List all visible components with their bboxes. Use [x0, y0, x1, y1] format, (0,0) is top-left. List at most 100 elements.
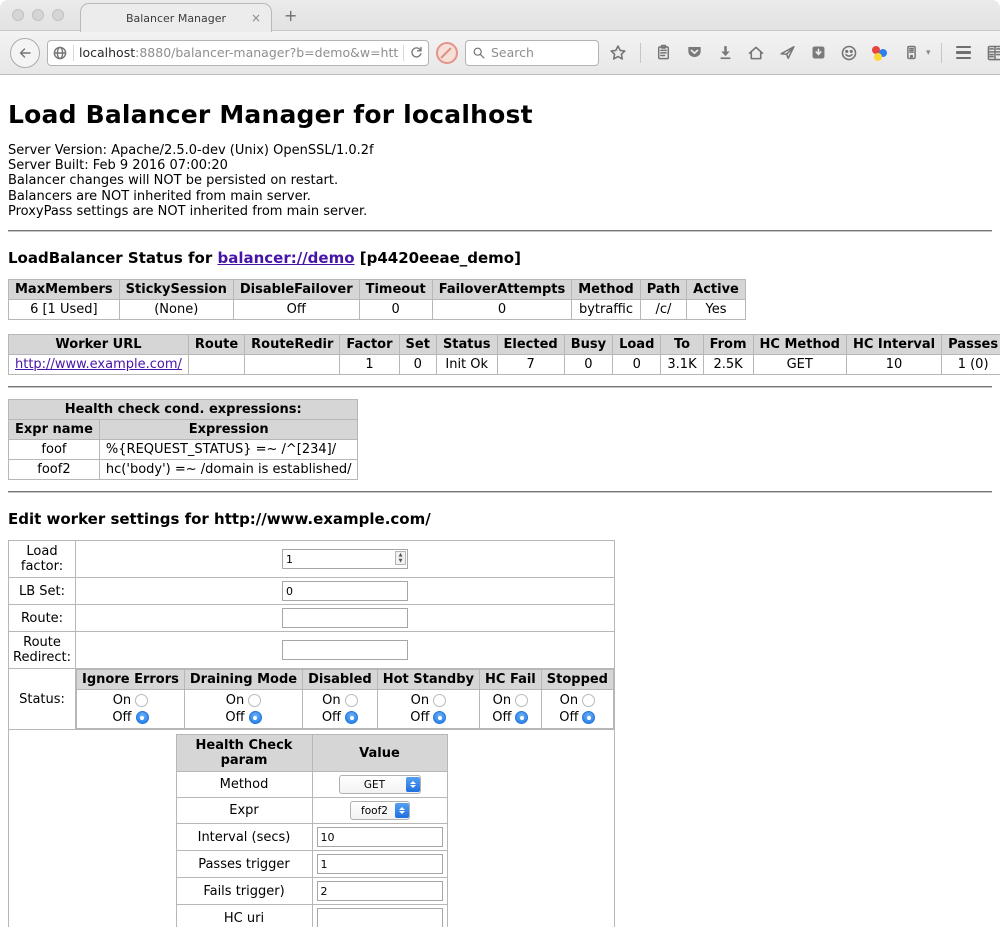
status-heading-prefix: LoadBalancer Status for — [8, 249, 217, 267]
browser-window: Balancer Manager × + localhost:8880/bala… — [0, 0, 1000, 927]
reading-list-button[interactable] — [651, 41, 675, 65]
search-placeholder: Search — [491, 45, 534, 60]
hc-fails-input[interactable] — [317, 881, 443, 901]
hot-standby-on-radio[interactable] — [433, 694, 446, 707]
device-dropdown-caret-icon[interactable]: ▾ — [926, 48, 931, 58]
col-stopped: Stopped — [541, 670, 613, 690]
browser-tab[interactable]: Balancer Manager × — [80, 3, 272, 32]
back-button[interactable] — [10, 38, 40, 68]
ignore-errors-off-radio[interactable] — [136, 711, 149, 724]
server-version-line: Server Version: Apache/2.5.0-dev (Unix) … — [8, 143, 992, 158]
pocket-icon — [686, 44, 703, 61]
lb-set-input[interactable] — [282, 581, 408, 601]
expr-value-foof: %{REQUEST_STATUS} =~ /^[234]/ — [99, 440, 358, 460]
page-content: Load Balancer Manager for localhost Serv… — [0, 100, 1000, 927]
draining-mode-off-radio[interactable] — [249, 711, 262, 724]
disabled-options: On Off — [303, 690, 378, 729]
off-label: Off — [492, 709, 511, 726]
route-input[interactable] — [282, 608, 408, 628]
balancer-data-row: 6 [1 Used] (None) Off 0 0 bytraffic /c/ … — [9, 300, 746, 320]
col-hot-standby: Hot Standby — [377, 670, 479, 690]
hc-method-row: Method GET — [176, 772, 447, 798]
hot-standby-options: On Off — [377, 690, 479, 729]
worker-url-link[interactable]: http://www.example.com/ — [15, 357, 182, 372]
hc-interval-input[interactable] — [317, 827, 443, 847]
val-path: /c/ — [640, 300, 686, 320]
close-window-button[interactable] — [12, 9, 24, 21]
loadbalancer-status-heading: LoadBalancer Status for balancer://demo … — [8, 249, 992, 267]
stopped-on-radio[interactable] — [582, 694, 595, 707]
off-label: Off — [322, 709, 341, 726]
share-button[interactable] — [775, 41, 799, 65]
hc-fail-on-radio[interactable] — [515, 694, 528, 707]
col-to: To — [661, 335, 703, 355]
hc-fails-label: Fails trigger) — [176, 878, 312, 905]
device-sync-button[interactable] — [899, 41, 923, 65]
hc-passes-input[interactable] — [317, 854, 443, 874]
balancer-demo-link[interactable]: balancer://demo — [217, 249, 354, 267]
status-heading-suffix: [p4420eeae_demo] — [355, 249, 521, 267]
col-disabled: Disabled — [303, 670, 378, 690]
hc-fail-off-radio[interactable] — [515, 711, 528, 724]
hot-standby-off-radio[interactable] — [433, 711, 446, 724]
stopped-off-radio[interactable] — [582, 711, 595, 724]
url-host: localhost — [79, 45, 135, 60]
draining-mode-options: On Off — [184, 690, 302, 729]
hc-method-label: Method — [176, 772, 312, 798]
home-button[interactable] — [744, 41, 768, 65]
downloads-button[interactable] — [713, 41, 737, 65]
expr-name-foof: foof — [9, 440, 100, 460]
new-tab-button[interactable]: + — [284, 6, 297, 25]
panel-download-button[interactable] — [806, 41, 830, 65]
col-active: Active — [687, 280, 746, 300]
feedback-button[interactable] — [837, 41, 861, 65]
col-expr-name: Expr name — [9, 420, 100, 440]
url-bar[interactable]: localhost:8880/balancer-manager?b=demo&w… — [47, 40, 429, 66]
worker-table: Worker URL Route RouteRedir Factor Set S… — [8, 334, 1000, 375]
tab-title: Balancer Manager — [126, 12, 226, 25]
search-icon — [472, 46, 486, 60]
expr-name-foof2: foof2 — [9, 460, 100, 480]
expr-table-title: Health check cond. expressions: — [9, 400, 358, 420]
search-field[interactable]: Search — [465, 40, 599, 66]
col-hc-fail: HC Fail — [480, 670, 542, 690]
val-stickysession: (None) — [119, 300, 233, 320]
reload-icon[interactable] — [409, 45, 424, 60]
globe-icon — [52, 45, 68, 61]
inherit-note-line: Balancers are NOT inherited from main se… — [8, 189, 992, 204]
zoom-window-button[interactable] — [52, 9, 64, 21]
tab-close-icon[interactable]: × — [251, 11, 261, 25]
hc-uri-input[interactable] — [317, 908, 443, 927]
colorful-dots-button[interactable] — [868, 41, 892, 65]
route-redirect-row: Route Redirect: — [9, 632, 615, 669]
disabled-on-radio[interactable] — [345, 694, 358, 707]
col-path: Path — [640, 280, 686, 300]
draining-mode-on-radio[interactable] — [248, 694, 261, 707]
status-options-table: Ignore Errors Draining Mode Disabled Hot… — [76, 669, 614, 729]
val-from: 2.5K — [703, 355, 753, 375]
tab-groups-button[interactable] — [983, 41, 1000, 65]
off-label: Off — [559, 709, 578, 726]
col-worker-url: Worker URL — [9, 335, 189, 355]
ignore-errors-on-radio[interactable] — [135, 694, 148, 707]
route-redirect-input[interactable] — [282, 640, 408, 660]
minimize-window-button[interactable] — [32, 9, 44, 21]
on-label: On — [226, 692, 244, 709]
col-route: Route — [188, 335, 244, 355]
pocket-button[interactable] — [682, 41, 706, 65]
bookmark-star-button[interactable] — [606, 41, 630, 65]
load-factor-input[interactable] — [282, 549, 408, 569]
url-text[interactable]: localhost:8880/balancer-manager?b=demo&w… — [79, 45, 398, 60]
hc-expr-select[interactable]: foof2 — [350, 801, 410, 820]
balancer-header-row: MaxMembers StickySession DisableFailover… — [9, 280, 746, 300]
expr-row-foof: foof %{REQUEST_STATUS} =~ /^[234]/ — [9, 440, 358, 460]
blocked-content-icon[interactable] — [436, 42, 458, 64]
disabled-off-radio[interactable] — [345, 711, 358, 724]
menu-button[interactable] — [952, 41, 976, 65]
col-maxmembers: MaxMembers — [9, 280, 120, 300]
number-stepper-icon[interactable]: ▲▼ — [395, 551, 406, 565]
hc-method-select[interactable]: GET — [339, 775, 421, 794]
val-busy: 0 — [564, 355, 612, 375]
tab-bar: Balancer Manager × + — [0, 0, 1000, 31]
val-failoverattempts: 0 — [432, 300, 572, 320]
